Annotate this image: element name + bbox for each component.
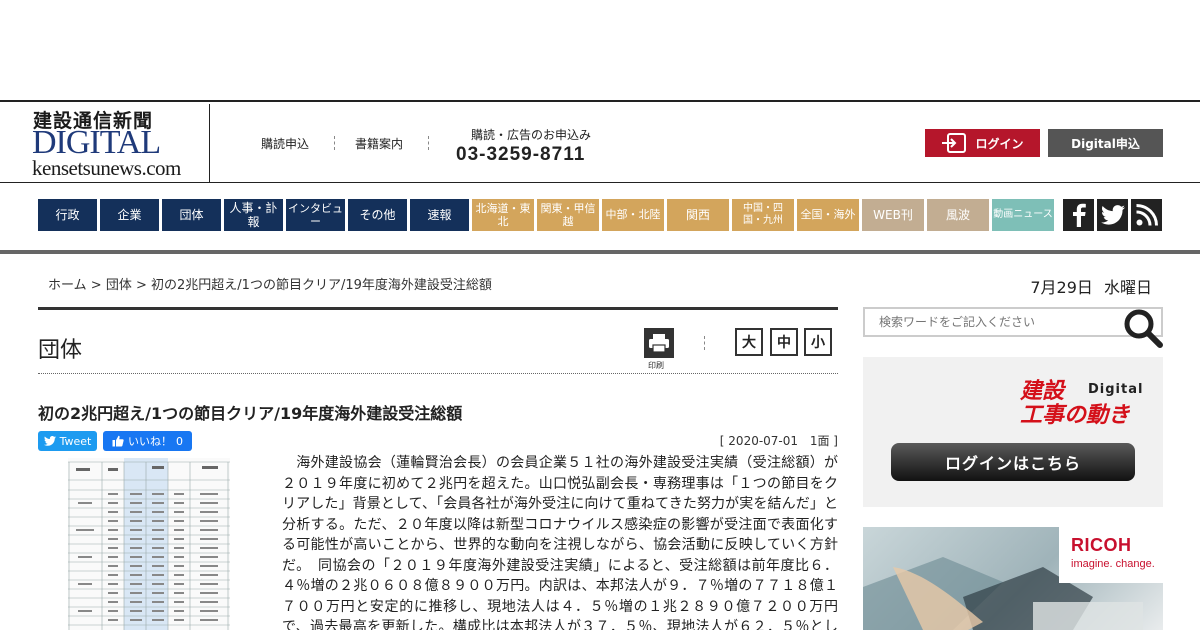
breadcrumb-separator: > [90, 278, 102, 293]
digital-signup-button[interactable]: Digital申込 [1048, 129, 1163, 157]
nav-item-sonota[interactable]: その他 [348, 199, 407, 231]
like-count: 0 [176, 434, 183, 448]
site-logo[interactable]: 建設通信新聞 DIGITAL kensetsunews.com [30, 104, 210, 182]
facebook-icon [1072, 203, 1086, 227]
breadcrumb: ホーム > 団体 > 初の2兆円超え/1つの節目クリア/19年度海外建設受注総額 [48, 274, 492, 293]
thumbs-up-icon [112, 435, 124, 447]
banner-digital-label: Digital [1088, 382, 1144, 397]
rss-button[interactable] [1131, 199, 1162, 231]
nav-item-interview[interactable]: インタビュー [286, 199, 345, 231]
nav-item-hokkaido-tohoku[interactable]: 北海道・東北 [472, 199, 534, 231]
facebook-button[interactable] [1063, 199, 1094, 231]
section-top-rule [38, 307, 838, 310]
breadcrumb-separator: > [135, 278, 147, 293]
section-title: 団体 [38, 338, 83, 363]
article-table-image[interactable] [68, 458, 230, 630]
toolbar-divider [704, 336, 705, 350]
header-divider [334, 136, 335, 150]
section-bottom-rule [38, 373, 838, 374]
tweet-button[interactable]: Tweet [38, 431, 97, 451]
books-link[interactable]: 書籍案内 [355, 135, 403, 152]
search-input[interactable] [879, 309, 1129, 335]
font-size-small-button[interactable]: 小 [804, 328, 832, 356]
nav-item-chugoku-shikoku-kyushu[interactable]: 中国・四国・九州 [732, 199, 794, 231]
nav-item-gyosei[interactable]: 行政 [38, 199, 97, 231]
like-label: いいね！ [128, 435, 172, 448]
twitter-icon [1100, 205, 1125, 225]
search-box [863, 307, 1163, 337]
contact-phone[interactable]: 03-3259-8711 [456, 144, 585, 166]
article-title: 初の2兆円超え/1つの節目クリア/19年度海外建設受注総額 [38, 404, 463, 423]
banner-login-button[interactable]: ログインはこちら [891, 443, 1135, 481]
nav-item-kigyo[interactable]: 企業 [100, 199, 159, 231]
nav-item-video-news[interactable]: 動画ニュース [992, 199, 1054, 231]
ricoh-ad-banner[interactable]: RICOH imagine. change. [863, 527, 1163, 630]
nav-item-zenkoku-kaigai[interactable]: 全国・海外 [797, 199, 859, 231]
nav-item-kanto[interactable]: 関東・甲信越 [537, 199, 599, 231]
breadcrumb-category[interactable]: 団体 [106, 278, 132, 293]
print-label: 印刷 [648, 361, 664, 370]
rss-icon [1135, 204, 1158, 226]
tweet-label: Tweet [59, 434, 92, 448]
print-button[interactable] [644, 328, 674, 358]
font-size-medium-button[interactable]: 中 [770, 328, 798, 356]
article-date: [ 2020-07-01 [719, 434, 799, 448]
search-icon [1124, 309, 1163, 348]
date-day: 7月29日 [1030, 278, 1093, 297]
printer-icon [649, 334, 669, 353]
nav-item-webkan[interactable]: WEB刊 [862, 199, 924, 231]
main-nav: 行政 企業 団体 人事・訃報 インタビュー その他 速報 北海道・東北 関東・甲… [38, 199, 1054, 231]
contact-label: 購読・広告のお申込み [471, 128, 592, 142]
article-body: 海外建設協会（蓮輪賢治会長）の会員企業５１社の海外建設受注実績（受注総額）が２０… [282, 455, 838, 630]
header-divider [428, 136, 429, 150]
table-thumbnail [68, 458, 230, 630]
twitter-button[interactable] [1097, 199, 1128, 231]
construction-digital-banner[interactable]: 建設 Digital 工事の動き ログインはこちら [863, 357, 1163, 507]
ricoh-brand: RICOH [1071, 535, 1132, 555]
nav-item-fuha[interactable]: 風波 [927, 199, 989, 231]
nav-item-kansai[interactable]: 関西 [667, 199, 729, 231]
site-header: 建設通信新聞 DIGITAL kensetsunews.com 購読申込 書籍案… [0, 100, 1200, 183]
logo-domain: kensetsunews.com [32, 156, 181, 180]
nav-item-dantai[interactable]: 団体 [162, 199, 221, 231]
login-icon [942, 133, 967, 153]
like-button[interactable]: いいね！ 0 [103, 431, 192, 451]
breadcrumb-current: 初の2兆円超え/1つの節目クリア/19年度海外建設受注総額 [151, 278, 492, 293]
breadcrumb-home[interactable]: ホーム [48, 278, 87, 293]
article-page: 1面 ] [809, 434, 838, 448]
ricoh-tagline: imagine. change. [1071, 558, 1155, 570]
subscribe-link[interactable]: 購読申込 [261, 135, 309, 152]
nav-item-chubu[interactable]: 中部・北陸 [602, 199, 664, 231]
article-meta: [ 2020-07-01 1面 ] [720, 432, 838, 449]
nav-item-jinji[interactable]: 人事・訃報 [224, 199, 283, 231]
ricoh-logo-box: RICOH imagine. change. [1059, 527, 1163, 583]
banner-title-line2: 工事の動き [1020, 403, 1131, 428]
twitter-bird-icon [43, 436, 56, 446]
login-button[interactable]: ログイン [925, 129, 1040, 157]
nav-item-sokuho[interactable]: 速報 [410, 199, 469, 231]
font-size-large-button[interactable]: 大 [735, 328, 763, 356]
current-date: 7月29日 水曜日 [1030, 274, 1152, 298]
login-button-label: ログイン [975, 136, 1024, 151]
nav-divider [0, 250, 1200, 254]
search-button[interactable] [1122, 307, 1164, 349]
date-weekday: 水曜日 [1103, 278, 1152, 297]
